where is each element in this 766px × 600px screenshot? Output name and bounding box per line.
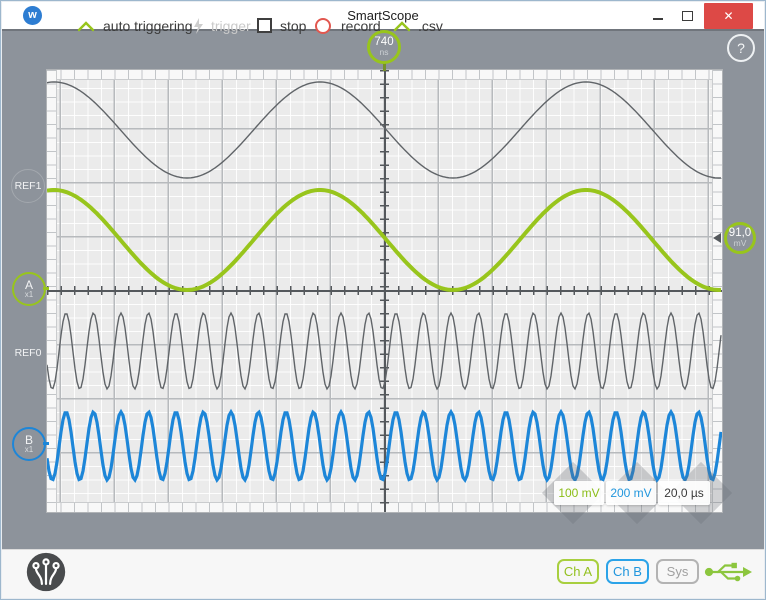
waveform-ChB[interactable] — [47, 412, 721, 480]
csv-wave-icon — [393, 20, 411, 32]
trigger-button[interactable] — [192, 1, 204, 50]
maximize-icon — [682, 11, 693, 21]
auto-triggering-button[interactable] — [77, 1, 95, 50]
trigger-time-stem — [383, 63, 386, 71]
ref1-indicator[interactable]: REF1 — [11, 169, 45, 203]
stop-label[interactable]: stop — [280, 1, 306, 50]
csv-button[interactable] — [393, 1, 411, 50]
ch-b-button[interactable]: Ch B — [606, 559, 649, 584]
stop-checkbox-icon — [257, 18, 272, 33]
record-label[interactable]: record — [341, 1, 381, 50]
channel-a-indicator[interactable]: A x1 — [12, 272, 46, 306]
close-button[interactable]: ✕ — [704, 3, 753, 29]
record-button[interactable] — [315, 1, 331, 50]
trigger-wave-icon — [77, 20, 95, 32]
waveform-ChA[interactable] — [47, 190, 721, 290]
labnation-menu-button[interactable] — [25, 551, 67, 593]
waveform-REF0[interactable] — [47, 313, 721, 389]
ch-b-scale-badge[interactable]: 200 mV — [606, 481, 656, 505]
scope-grid[interactable] — [46, 69, 723, 513]
record-circle-icon — [315, 18, 331, 34]
trigger-label[interactable]: trigger — [211, 1, 251, 50]
trigger-level-indicator[interactable]: 91,0 mV — [724, 222, 756, 254]
ref0-indicator[interactable]: REF0 — [9, 341, 47, 365]
time-scale-badge[interactable]: 20,0 µs — [658, 481, 710, 505]
usb-connected-icon — [704, 559, 754, 585]
help-button[interactable]: ? — [727, 34, 755, 62]
waveform-display[interactable] — [47, 70, 722, 512]
maximize-button[interactable] — [674, 2, 700, 29]
waveform-REF1[interactable] — [47, 82, 721, 178]
auto-triggering-label[interactable]: auto triggering — [103, 1, 193, 50]
smartscope-window: w SmartScope ✕ 100 mV 200 mV 20,0 µs 740… — [0, 0, 766, 600]
minimize-icon — [653, 18, 663, 20]
stop-checkbox[interactable] — [257, 1, 272, 50]
trigger-level-arrow — [713, 233, 721, 243]
bottom-toolbar — [2, 549, 764, 598]
ch-a-scale-badge[interactable]: 100 mV — [554, 481, 604, 505]
lightning-icon — [192, 17, 204, 35]
minimize-button[interactable] — [645, 2, 671, 29]
channel-b-indicator[interactable]: B x1 — [12, 427, 46, 461]
csv-label[interactable]: .csv — [418, 1, 443, 50]
sys-button[interactable]: Sys — [656, 559, 699, 584]
ch-a-button[interactable]: Ch A — [557, 559, 599, 584]
